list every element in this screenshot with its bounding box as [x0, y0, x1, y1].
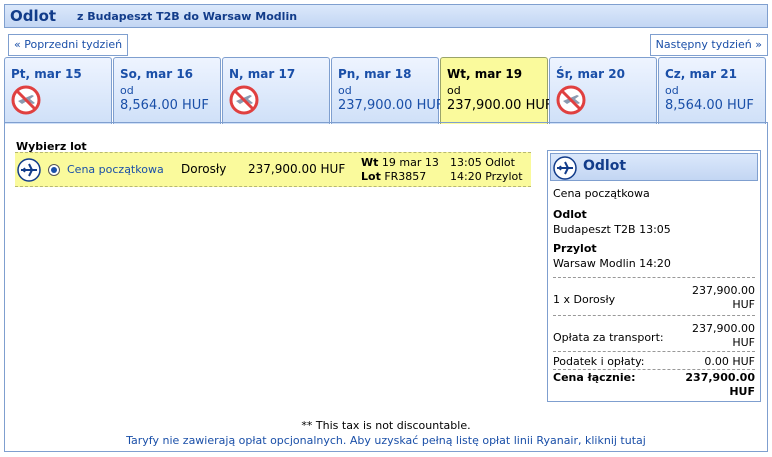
section-header: Odlot z Budapeszt T2B do Warsaw Modlin — [4, 4, 768, 28]
summary-arr-value: Warsaw Modlin 14:20 — [553, 257, 671, 270]
day-tab-mar-20[interactable]: Śr, mar 20 — [549, 57, 657, 124]
day-tab-mar-18[interactable]: Pn, mar 18 od 237,900.00 HUF — [331, 57, 443, 124]
pax-label: 1 x Dorosły — [553, 293, 616, 306]
flight-date: Wt 19 mar 13 — [361, 156, 439, 169]
next-week-button[interactable]: Następny tydzień » — [649, 34, 768, 56]
flights-panel: Wybierz lot Cena początkowa Dorosły 237,… — [4, 122, 768, 452]
summary-header: Odlot — [550, 153, 758, 181]
summary-dep-label: Odlot — [553, 208, 587, 221]
no-flight-icon — [556, 85, 586, 115]
total-currency: HUF — [729, 385, 755, 398]
fees-link[interactable]: Taryfy nie zawierają opłat opcjonalnych.… — [5, 434, 767, 447]
flight-no-value: FR3857 — [384, 170, 427, 183]
day-tab-mar-15[interactable]: Pt, mar 15 — [4, 57, 112, 124]
flight-row[interactable]: Cena początkowa Dorosły 237,900.00 HUF W… — [15, 152, 531, 187]
summary-title: Odlot — [583, 158, 627, 174]
day-label: Wt, mar 19 — [447, 67, 523, 81]
day-tab-mar-16[interactable]: So, mar 16 od 8,564.00 HUF — [113, 57, 221, 124]
transport-label: Opłata za transport: — [553, 331, 664, 344]
tax-label: Podatek i opłaty: — [553, 355, 645, 368]
divider — [553, 315, 755, 316]
flight-number: Lot FR3857 — [361, 170, 426, 183]
day-abbrev: Wt — [361, 156, 379, 169]
section-title: Odlot — [10, 7, 57, 25]
flight-selector: Odlot z Budapeszt T2B do Warsaw Modlin «… — [4, 4, 768, 452]
plane-icon — [17, 158, 41, 182]
day-label: So, mar 16 — [120, 67, 194, 81]
plane-icon — [553, 156, 577, 180]
arrival-time: 14:20 Przylot — [450, 170, 523, 183]
fare-link[interactable]: Cena początkowa — [67, 163, 164, 176]
departure-time: 13:05 Odlot — [450, 156, 515, 169]
transport-amount: 237,900.00 — [692, 322, 755, 335]
day-tab-mar-19[interactable]: Wt, mar 19 od 237,900.00 HUF — [440, 57, 552, 124]
tax-amount: 0.00 HUF — [704, 355, 755, 368]
day-label: N, mar 17 — [229, 67, 296, 81]
previous-week-button[interactable]: « Poprzedni tydzień — [8, 34, 129, 56]
from-label: od — [665, 84, 679, 97]
day-price: 8,564.00 HUF — [120, 98, 209, 113]
no-flight-icon — [11, 85, 41, 115]
day-tab-mar-21[interactable]: Cz, mar 21 od 8,564.00 HUF — [658, 57, 766, 124]
flight-label: Lot — [361, 170, 381, 183]
day-tab-mar-17[interactable]: N, mar 17 — [222, 57, 330, 124]
day-label: Pn, mar 18 — [338, 67, 412, 81]
pax-amount: 237,900.00 — [692, 284, 755, 297]
fare-summary: Odlot Cena początkowa Odlot Budapeszt T2… — [547, 150, 761, 402]
divider — [553, 277, 755, 278]
summary-dep-value: Budapeszt T2B 13:05 — [553, 223, 671, 236]
day-price: 237,900.00 HUF — [338, 98, 444, 113]
passenger-type: Dorosły — [181, 162, 227, 176]
day-tabs: Pt, mar 15 So, mar 16 od 8,564.00 HUF N,… — [4, 57, 770, 127]
day-price: 237,900.00 HUF — [447, 98, 553, 113]
transport-currency: HUF — [732, 336, 755, 349]
fare-radio[interactable] — [48, 164, 60, 176]
day-price: 8,564.00 HUF — [665, 98, 754, 113]
from-label: od — [338, 84, 352, 97]
tax-note: ** This tax is not discountable. — [301, 419, 471, 432]
from-label: od — [447, 84, 461, 97]
no-flight-icon — [229, 85, 259, 115]
summary-arr-label: Przylot — [553, 242, 597, 255]
from-label: od — [120, 84, 134, 97]
date-value: 19 mar 13 — [381, 156, 439, 169]
day-label: Śr, mar 20 — [556, 67, 625, 81]
pax-currency: HUF — [732, 298, 755, 311]
summary-fare: Cena początkowa — [553, 187, 650, 200]
total-label: Cena łącznie: — [553, 371, 636, 384]
divider — [553, 369, 755, 370]
fare-amount: 237,900.00 HUF — [248, 162, 346, 176]
day-label: Cz, mar 21 — [665, 67, 737, 81]
day-label: Pt, mar 15 — [11, 67, 82, 81]
route-label: z Budapeszt T2B do Warsaw Modlin — [77, 10, 298, 23]
total-amount: 237,900.00 — [685, 371, 755, 384]
divider — [553, 351, 755, 352]
